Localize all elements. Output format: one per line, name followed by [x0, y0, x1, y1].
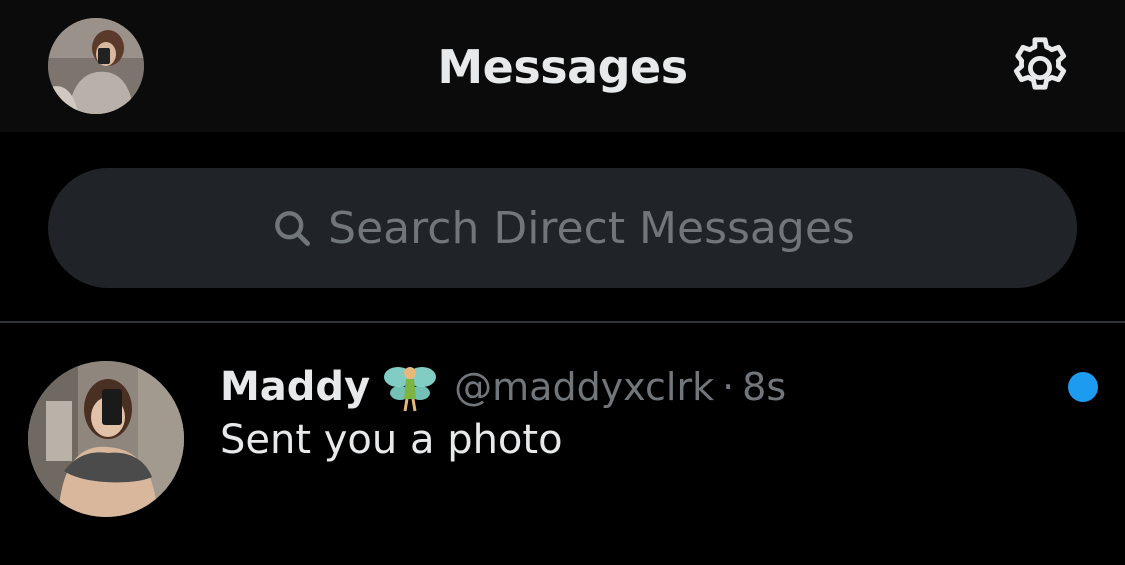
- contact-avatar-image: [28, 361, 184, 517]
- settings-button[interactable]: [1004, 32, 1076, 104]
- unread-indicator: [1068, 372, 1098, 402]
- search-icon: [270, 206, 314, 250]
- gear-icon: [1013, 37, 1067, 90]
- search-input[interactable]: Search Direct Messages: [48, 168, 1077, 288]
- top-header: Messages: [0, 0, 1125, 132]
- conversation-avatar[interactable]: [28, 361, 184, 517]
- search-placeholder: Search Direct Messages: [328, 202, 855, 254]
- message-timestamp: 8s: [742, 365, 787, 409]
- separator-dot: ·: [722, 365, 735, 409]
- page-title: Messages: [437, 40, 688, 94]
- fairy-emoji-icon: [382, 359, 438, 415]
- contact-name: Maddy: [220, 364, 371, 410]
- conversation-header: Maddy @maddyxclrk · 8s: [220, 359, 786, 415]
- conversation-item[interactable]: Maddy @maddyxclrk · 8s Sent you a photo: [0, 323, 1125, 565]
- contact-handle: @maddyxclrk: [454, 365, 715, 409]
- message-preview: Sent you a photo: [220, 417, 563, 463]
